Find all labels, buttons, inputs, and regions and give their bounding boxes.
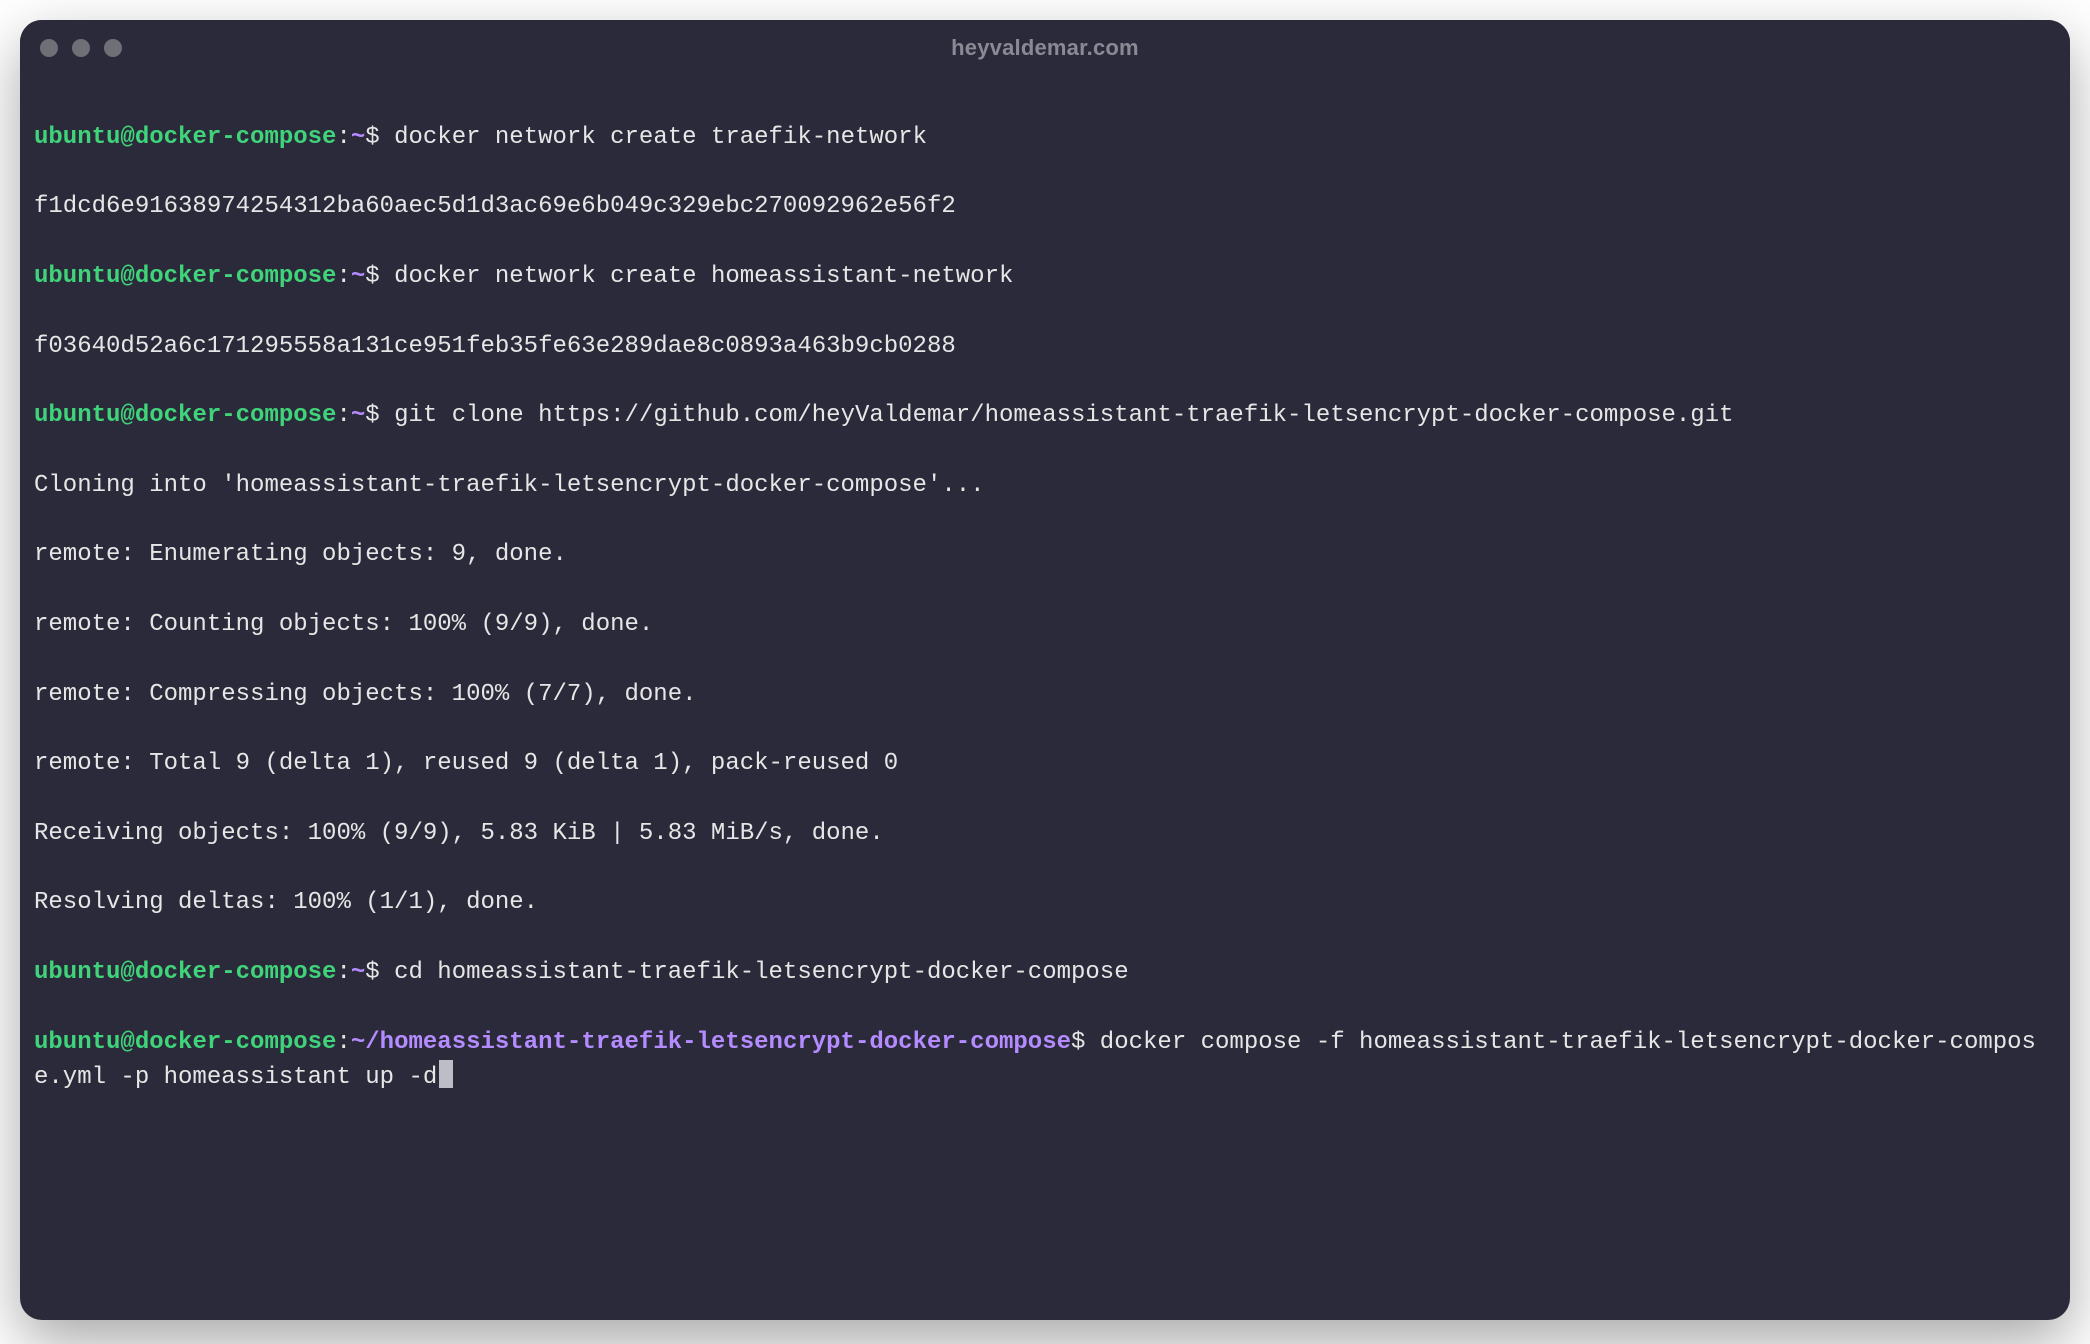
prompt-symbol: $ [1071, 1029, 1085, 1056]
command-text: docker network create traefik-network [380, 124, 927, 151]
cursor-icon [439, 1060, 453, 1088]
prompt-symbol: $ [365, 402, 379, 429]
output-line: f1dcd6e91638974254312ba60aec5d1d3ac69e6b… [34, 190, 2056, 225]
prompt-symbol: $ [365, 124, 379, 151]
prompt-host: docker-compose [135, 124, 337, 151]
output-line: Receiving objects: 100% (9/9), 5.83 KiB … [34, 817, 2056, 852]
output-line: remote: Enumerating objects: 9, done. [34, 538, 2056, 573]
prompt-at: @ [120, 402, 134, 429]
prompt-line: ubuntu@docker-compose:~$ docker network … [34, 121, 2056, 156]
prompt-sep: : [336, 124, 350, 151]
prompt-line: ubuntu@docker-compose:~/homeassistant-tr… [34, 1026, 2056, 1097]
prompt-at: @ [120, 263, 134, 290]
output-line: Resolving deltas: 100% (1/1), done. [34, 886, 2056, 921]
prompt-cwd: ~/homeassistant-traefik-letsencrypt-dock… [351, 1029, 1071, 1056]
prompt-user: ubuntu [34, 959, 120, 986]
prompt-cwd: ~ [351, 402, 365, 429]
prompt-at: @ [120, 1029, 134, 1056]
command-text: git clone https://github.com/heyValdemar… [380, 402, 1734, 429]
zoom-button[interactable] [104, 39, 122, 57]
prompt-line: ubuntu@docker-compose:~$ docker network … [34, 260, 2056, 295]
prompt-host: docker-compose [135, 402, 337, 429]
prompt-sep: : [336, 402, 350, 429]
window-title: heyvaldemar.com [20, 35, 2070, 61]
terminal-viewport[interactable]: ubuntu@docker-compose:~$ docker network … [20, 76, 2070, 1320]
output-line: remote: Total 9 (delta 1), reused 9 (del… [34, 747, 2056, 782]
prompt-symbol: $ [365, 959, 379, 986]
output-line: remote: Compressing objects: 100% (7/7),… [34, 678, 2056, 713]
prompt-at: @ [120, 124, 134, 151]
prompt-sep: : [336, 263, 350, 290]
prompt-host: docker-compose [135, 1029, 337, 1056]
prompt-user: ubuntu [34, 124, 120, 151]
prompt-user: ubuntu [34, 263, 120, 290]
prompt-user: ubuntu [34, 402, 120, 429]
close-button[interactable] [40, 39, 58, 57]
minimize-button[interactable] [72, 39, 90, 57]
terminal-window: heyvaldemar.com ubuntu@docker-compose:~$… [20, 20, 2070, 1320]
command-text: cd homeassistant-traefik-letsencrypt-doc… [380, 959, 1129, 986]
prompt-sep: : [336, 959, 350, 986]
command-text: docker network create homeassistant-netw… [380, 263, 1014, 290]
prompt-cwd: ~ [351, 959, 365, 986]
output-line: Cloning into 'homeassistant-traefik-lets… [34, 469, 2056, 504]
prompt-cwd: ~ [351, 263, 365, 290]
titlebar[interactable]: heyvaldemar.com [20, 20, 2070, 76]
prompt-line: ubuntu@docker-compose:~$ git clone https… [34, 399, 2056, 434]
prompt-sep: : [336, 1029, 350, 1056]
traffic-lights [40, 39, 122, 57]
prompt-host: docker-compose [135, 263, 337, 290]
output-line: f03640d52a6c171295558a131ce951feb35fe63e… [34, 330, 2056, 365]
prompt-cwd: ~ [351, 124, 365, 151]
prompt-host: docker-compose [135, 959, 337, 986]
prompt-user: ubuntu [34, 1029, 120, 1056]
output-line: remote: Counting objects: 100% (9/9), do… [34, 608, 2056, 643]
prompt-symbol: $ [365, 263, 379, 290]
prompt-line: ubuntu@docker-compose:~$ cd homeassistan… [34, 956, 2056, 991]
prompt-at: @ [120, 959, 134, 986]
